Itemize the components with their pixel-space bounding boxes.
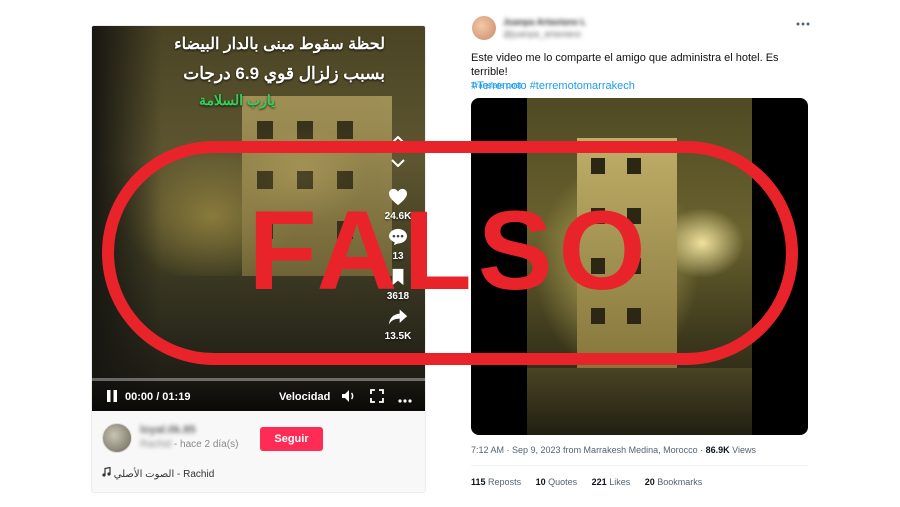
views-count: 86.9K [705,445,730,455]
follow-button[interactable]: Seguir [260,427,323,451]
tweet-meta: 7:12 AM · Sep 9, 2023 from Marrakesh Med… [471,445,756,455]
tweet-text: Este video me lo comparte el amigo que a… [471,51,811,93]
video-caption-line2: بسبب زلزال قوي 6.9 درجات [183,64,385,83]
video-street [527,368,752,435]
tweet-author-handle[interactable]: @juanpa_artaviano [503,29,581,39]
translate-link[interactable]: Translate post [471,81,521,90]
tweet-timestamp[interactable]: 7:12 AM · Sep 9, 2023 from Marrakesh Med… [471,445,706,455]
divider [471,465,808,466]
volume-icon[interactable] [341,389,357,406]
video-controls: 00:00 / 01:19 Velocidad [92,381,425,411]
username[interactable]: loyal.0k.85 [140,424,196,436]
music-note-icon [102,466,114,480]
tweet-author-name[interactable]: Juanpa Artaviano L [503,17,586,27]
fullscreen-icon[interactable] [370,389,384,406]
pause-icon[interactable] [106,389,118,406]
falso-stamp: FALSO [102,141,798,365]
avatar[interactable] [102,423,132,453]
speed-button[interactable]: Velocidad [279,391,330,403]
reposts-stat[interactable]: 115 Reposts [471,477,521,487]
post-date: Rachid - hace 2 día(s) [140,439,238,450]
sound-line[interactable]: الصوت الأصلي - Rachid [102,466,215,480]
more-options-icon[interactable] [398,394,412,406]
sound-name: الصوت الأصلي - Rachid [113,469,215,480]
falso-stamp-text: FALSO [248,188,651,313]
tweet-stats: 115 Reposts 10 Quotes 221 Likes 20 Bookm… [471,477,714,487]
quotes-stat[interactable]: 10 Quotes [536,477,578,487]
video-caption-line3: يارب السلامة [199,92,275,108]
user-nickname: Rachid [140,439,172,450]
post-meta: loyal.0k.85 Rachid - hace 2 día(s) Segui… [92,411,425,492]
tweet-body: Este video me lo comparte el amigo que a… [471,52,779,78]
bookmarks-stat[interactable]: 20 Bookmarks [645,477,703,487]
tweet-avatar[interactable] [472,16,496,40]
more-horizontal-icon[interactable] [796,13,810,29]
video-caption-line1: لحظة سقوط مبنى بالدار البيضاء [174,36,385,53]
video-time: 00:00 / 01:19 [125,391,191,403]
views-label: Views [732,445,757,455]
likes-stat[interactable]: 221 Likes [592,477,631,487]
post-age: - hace 2 día(s) [173,439,239,450]
